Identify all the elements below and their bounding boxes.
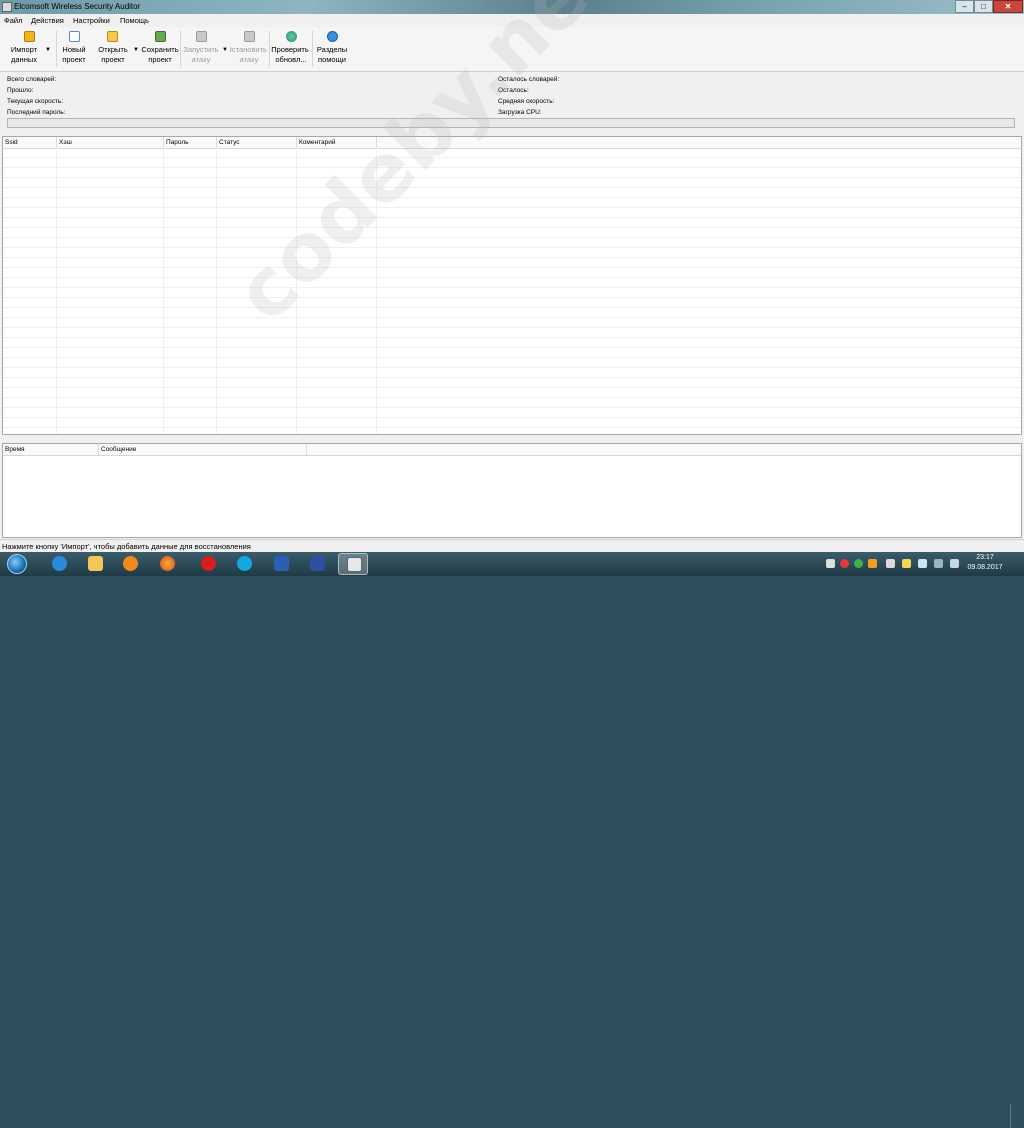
start-attack-button[interactable]: Запустить атаку ▼ [182,29,228,69]
column-header-comment[interactable]: Коментарий [297,137,377,148]
column-divider [163,148,164,434]
tray-notification-icon[interactable] [826,559,835,568]
column-header-status[interactable]: Статус [217,137,297,148]
column-header-hash[interactable]: Хэш [57,137,164,148]
menu-settings[interactable]: Настройки [73,16,110,25]
windows-logo-icon [7,554,27,574]
column-divider [376,148,377,434]
firefox-icon[interactable] [152,553,182,575]
start-button[interactable] [2,553,32,575]
ie-icon[interactable] [44,553,74,575]
skype-icon[interactable] [229,553,259,575]
floppy-save-icon[interactable] [302,553,332,575]
explorer-folder-icon[interactable] [80,553,110,575]
window-title: Elcomsoft Wireless Security Auditor [14,2,141,11]
clock-time: 23:17 [976,554,994,561]
opera-icon[interactable] [193,553,223,575]
column-header-password[interactable]: Пароль [164,137,217,148]
stat-remaining: Осталось: [498,87,529,94]
start-attack-icon [196,31,207,42]
close-button[interactable]: ✕ [993,0,1023,13]
stop-attack-button[interactable]: Остановить атаку [230,29,268,69]
tray-flag-icon[interactable] [902,559,911,568]
media-player-icon[interactable] [115,553,145,575]
stat-elapsed: Прошло: [7,87,34,94]
app-icon[interactable] [2,2,12,12]
clock[interactable]: 23:17 09.08.2017 [966,553,1004,573]
new-document-icon [68,31,80,42]
network-icon[interactable] [934,559,943,568]
stat-last-password: Последний пароль: [7,109,66,116]
column-header-ssid[interactable]: Ssid [3,137,57,148]
stat-average-speed: Средняя скорость: [498,98,555,105]
update-globe-icon [285,31,297,42]
import-button[interactable]: Импорт данных ▼ [4,29,54,69]
stat-cpu-load: Загрузка CPU: [498,109,542,116]
title-bar[interactable]: Elcomsoft Wireless Security Auditor – □ … [0,0,1024,14]
import-icon [23,31,35,42]
toolbar: Импорт данных ▼ Новый проект Открыть про… [0,27,1024,72]
taskbar [0,552,1024,1128]
ewsa-app-icon[interactable] [338,553,368,575]
open-folder-icon [107,31,118,42]
toolbar-separator [269,31,270,67]
log-table[interactable]: Время Сообщение [2,443,1022,538]
tray-device-icon[interactable] [886,559,895,568]
toolbar-separator [312,31,313,67]
progress-bar [7,118,1015,128]
word-icon[interactable] [266,553,296,575]
tray-app-icon[interactable] [868,559,877,568]
help-icon [326,31,338,42]
menu-actions[interactable]: Действия [31,16,64,25]
stat-current-speed: Текущая скорость: [7,98,64,105]
volume-icon[interactable] [950,559,959,568]
show-desktop-button[interactable] [1010,1104,1024,1128]
toolbar-separator [56,31,57,67]
app-window: Elcomsoft Wireless Security Auditor – □ … [0,0,1024,553]
status-message: Нажмите кнопку 'Импорт', чтобы добавить … [2,542,251,551]
table-body[interactable] [3,148,1021,434]
column-header-time[interactable]: Время [3,444,99,455]
minimize-button[interactable]: – [955,0,974,13]
tray-monitor-icon[interactable] [918,559,927,568]
stop-attack-icon [243,31,255,42]
open-project-button[interactable]: Открыть проект ▼ [93,29,141,69]
hash-table[interactable]: Ssid Хэш Пароль Статус Коментарий [2,136,1022,435]
menu-bar: Файл Действия Настройки Помощь [0,14,1024,27]
column-header-message[interactable]: Сообщение [99,444,307,455]
column-divider [216,148,217,434]
help-sections-button[interactable]: Разделы помощи [314,29,350,69]
column-divider [296,148,297,434]
column-divider [56,148,57,434]
chevron-down-icon[interactable]: ▼ [222,47,228,53]
table-header: Время Сообщение [3,444,1021,456]
menu-file[interactable]: Файл [4,16,22,25]
tray-antivirus-icon[interactable] [840,559,849,568]
save-icon [154,31,166,42]
chevron-down-icon[interactable]: ▼ [133,47,139,53]
clock-date: 09.08.2017 [967,564,1003,571]
maximize-button[interactable]: □ [974,0,993,13]
status-bar: Нажмите кнопку 'Импорт', чтобы добавить … [0,539,1024,553]
chevron-down-icon[interactable]: ▼ [45,47,51,53]
check-updates-button[interactable]: Проверить обновл... [271,29,311,69]
menu-help[interactable]: Помощь [120,16,149,25]
stat-total-dictionaries: Всего словарей: [7,76,57,83]
tray-chrome-icon[interactable] [854,559,863,568]
stat-dictionaries-left: Осталось словарей: [498,76,560,83]
